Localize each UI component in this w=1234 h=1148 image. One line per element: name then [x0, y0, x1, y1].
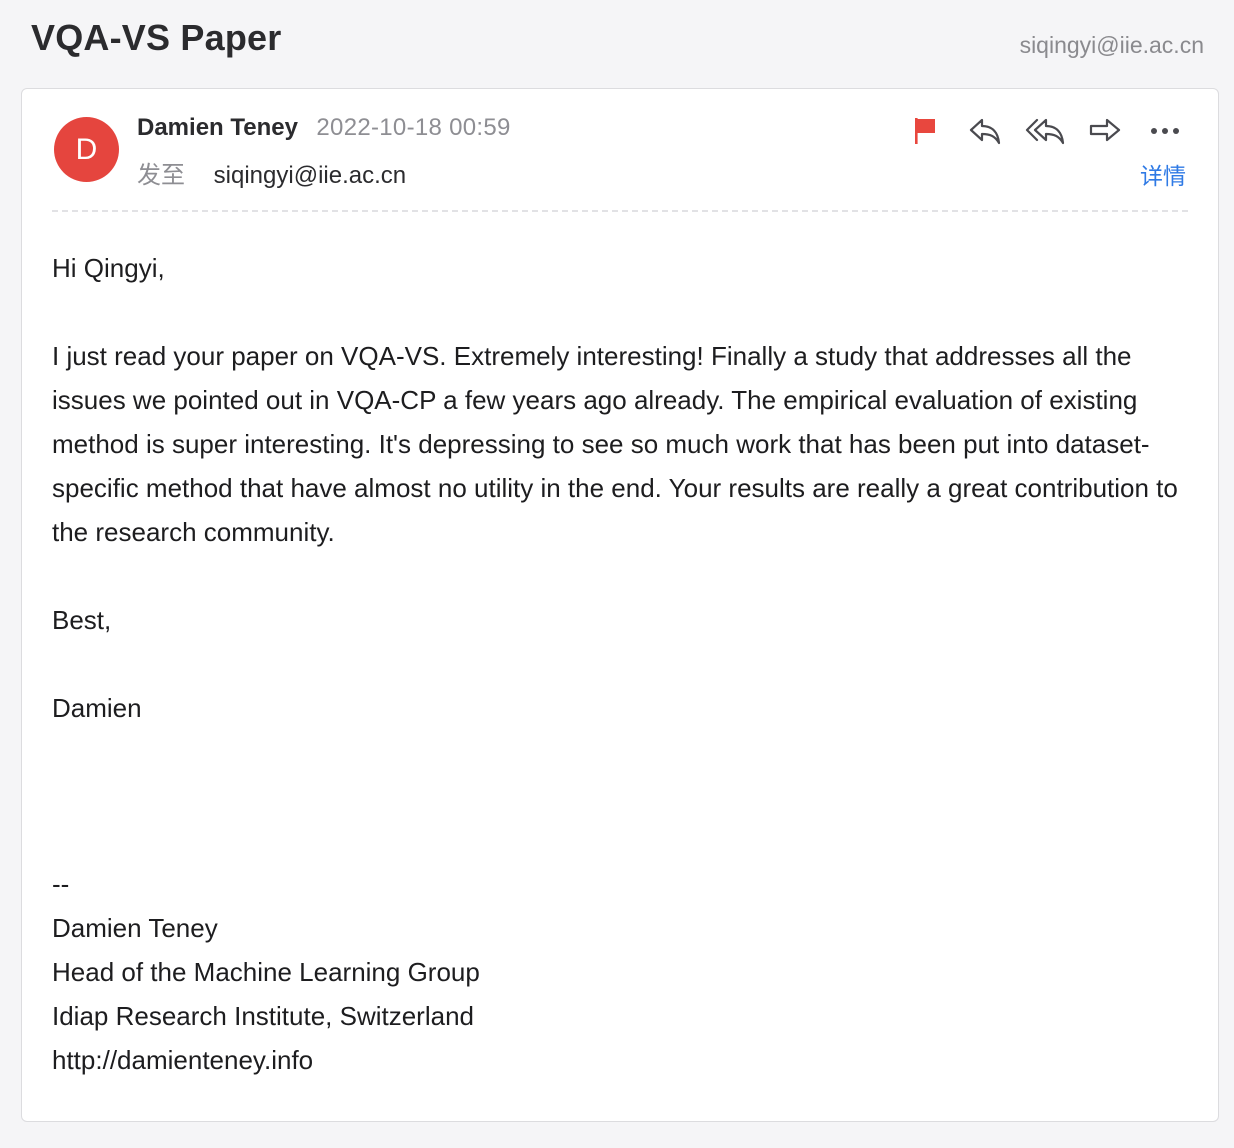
signature-url[interactable]: http://damienteney.info [52, 1038, 1192, 1082]
recipient-line: 发至 siqingyi@iie.ac.cn [137, 155, 406, 190]
reply-icon [969, 118, 1001, 145]
reply-all-icon [1025, 118, 1065, 145]
sender-name[interactable]: Damien Teney [137, 114, 298, 141]
closing: Best, [52, 605, 112, 635]
more-icon [1151, 128, 1179, 134]
account-email: siqingyi@iie.ac.cn [1019, 32, 1204, 58]
more-button[interactable] [1142, 111, 1188, 151]
signature-title: Head of the Machine Learning Group [52, 957, 480, 987]
details-link[interactable]: 详情 [1140, 157, 1186, 191]
signature-name: Damien Teney [52, 913, 218, 943]
message-body: Hi Qingyi, I just read your paper on VQA… [52, 246, 1192, 1082]
flag-icon [915, 118, 935, 144]
greeting: Hi Qingyi, [52, 253, 165, 283]
signature-organization: Idiap Research Institute, Switzerland [52, 1001, 474, 1031]
email-subject: VQA-VS Paper [31, 17, 282, 58]
to-label: 发至 [137, 162, 185, 189]
signoff: Damien [52, 693, 142, 723]
header-divider [52, 210, 1188, 212]
sent-time: 2022-10-18 00:59 [316, 114, 511, 141]
message-actions [888, 111, 1188, 151]
body-paragraph: I just read your paper on VQA-VS. Extrem… [52, 341, 1178, 547]
reply-all-button[interactable] [1022, 111, 1068, 151]
recipient-address[interactable]: siqingyi@iie.ac.cn [214, 162, 406, 189]
forward-button[interactable] [1082, 111, 1128, 151]
avatar: D [54, 117, 119, 182]
message-card: D Damien Teney 2022-10-18 00:59 发至 siqin… [21, 88, 1219, 1122]
forward-icon [1089, 118, 1121, 142]
signature-separator: -- [52, 869, 70, 899]
sender-line: Damien Teney 2022-10-18 00:59 [137, 114, 511, 142]
flag-button[interactable] [902, 111, 948, 151]
reply-button[interactable] [962, 111, 1008, 151]
